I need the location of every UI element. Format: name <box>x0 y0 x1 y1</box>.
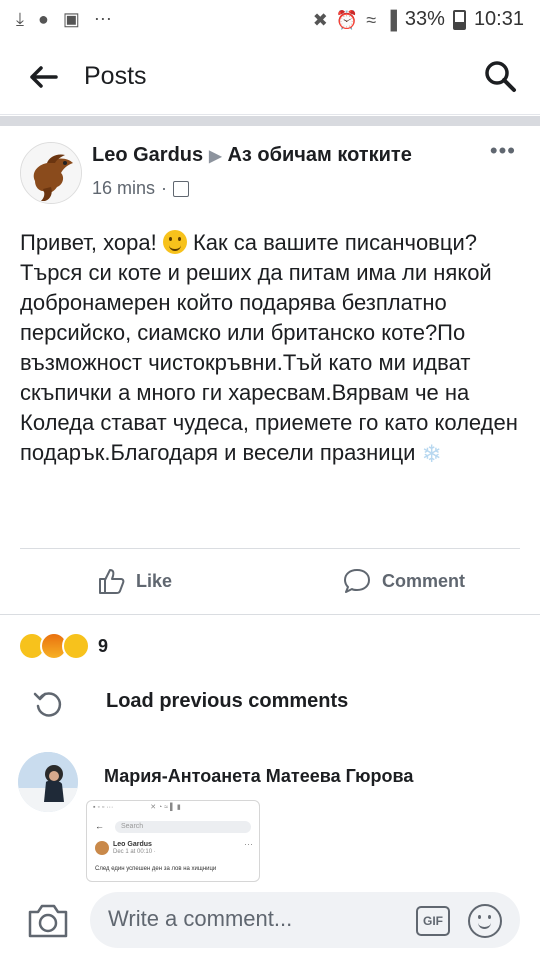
like-label: Like <box>136 570 173 591</box>
thumbnail-date: Dec 1 at 00:10 · <box>113 849 156 855</box>
comment-composer: Write a comment... GIF <box>0 884 540 960</box>
thumbnail-author: Leo Gardus <box>113 841 152 848</box>
divider <box>0 614 540 615</box>
comment-input[interactable]: Write a comment... GIF <box>90 892 520 948</box>
sad-reaction-icon <box>62 632 90 660</box>
commenter-avatar[interactable] <box>18 752 78 812</box>
post-text-part1: Привет, хора! <box>20 230 157 255</box>
messenger-icon: ● <box>37 9 49 29</box>
gif-button[interactable]: GIF <box>416 906 450 936</box>
emoji-picker-icon[interactable] <box>468 904 502 938</box>
divider <box>20 548 520 549</box>
load-previous-label: Load previous comments <box>106 690 349 712</box>
more-options-icon[interactable]: ••• <box>490 138 516 164</box>
privacy-group-icon <box>173 180 190 197</box>
dot-separator: · <box>161 178 168 198</box>
group-name[interactable]: Аз обичам котките <box>227 144 411 166</box>
alarm-icon: ⏰ <box>335 9 359 30</box>
smiley-emoji-icon <box>162 230 187 254</box>
thumbnail-avatar <box>95 841 109 855</box>
download-icon: ⤓ <box>16 9 24 29</box>
comment-image-thumbnail[interactable]: ▪ ◦ ▫ ··· ✕ ◔ ≈ ▌ ▮ ← Search Leo Gardus … <box>86 800 260 882</box>
post-time[interactable]: 16 mins <box>92 178 155 199</box>
arrow-right-icon: ▶ <box>209 148 222 165</box>
like-button[interactable]: Like <box>96 566 172 596</box>
post-meta: 16 mins · <box>92 178 190 199</box>
reactions-summary[interactable]: 9 <box>18 632 108 660</box>
page-title: Posts <box>84 62 147 90</box>
thumbnail-status-bar: ▪ ◦ ▫ ··· ✕ ◔ ≈ ▌ ▮ <box>93 804 181 811</box>
post-body: Привет, хора! Как са вашите писанчовци? … <box>20 228 525 470</box>
comment-placeholder: Write a comment... <box>108 906 293 931</box>
thumbnail-more-icon: ··· <box>244 839 253 849</box>
profile-photo <box>18 752 78 812</box>
author-name[interactable]: Leo Gardus <box>92 144 203 166</box>
thumbnail-text: След един успешен ден за лов на хищници <box>95 866 217 872</box>
mute-icon: ✖ <box>312 9 328 30</box>
more-notifications-icon: ⋯ <box>93 9 112 29</box>
back-arrow-icon[interactable] <box>26 60 60 94</box>
app-bar: Posts <box>0 40 540 115</box>
wifi-icon: ≈ <box>366 9 377 30</box>
refresh-icon <box>33 692 62 717</box>
load-previous-comments[interactable]: Load previous comments <box>32 688 432 718</box>
clock: 10:31 <box>473 8 524 30</box>
image-icon: ▣ <box>62 9 80 29</box>
post-text-part2: Как са вашите писанчовци? <box>192 230 477 255</box>
battery-icon <box>452 9 466 30</box>
thumbnail-search: Search <box>115 821 251 833</box>
commenter-name[interactable]: Мария-Антоанета Матеева Гюрова <box>104 766 413 787</box>
section-separator <box>0 116 540 126</box>
snowflake-emoji-icon: ❄ <box>421 441 442 468</box>
search-icon[interactable] <box>482 58 518 94</box>
post-text-part3: Търся си коте и реших да питам има ли ня… <box>20 260 518 465</box>
status-bar: ⤓ ● ▣ ⋯ ✖ ⏰ ≈ ▐ 33% 10:31 <box>0 0 540 40</box>
dinosaur-avatar-image <box>21 143 81 203</box>
author-avatar[interactable] <box>20 142 82 204</box>
post-actions: Like Comment <box>0 558 540 608</box>
signal-icon: ▐ <box>384 9 397 30</box>
reaction-count: 9 <box>98 635 109 656</box>
camera-icon[interactable] <box>26 900 70 940</box>
thumbnail-back-icon: ← <box>95 821 104 831</box>
post-author-line: Leo Gardus ▶ Аз обичам котките <box>92 144 412 167</box>
comment-button[interactable]: Comment <box>342 566 465 596</box>
comment-label: Comment <box>382 570 466 591</box>
battery-percent: 33% <box>404 8 445 30</box>
comment-icon <box>344 569 370 593</box>
thumbs-up-icon <box>99 569 125 594</box>
